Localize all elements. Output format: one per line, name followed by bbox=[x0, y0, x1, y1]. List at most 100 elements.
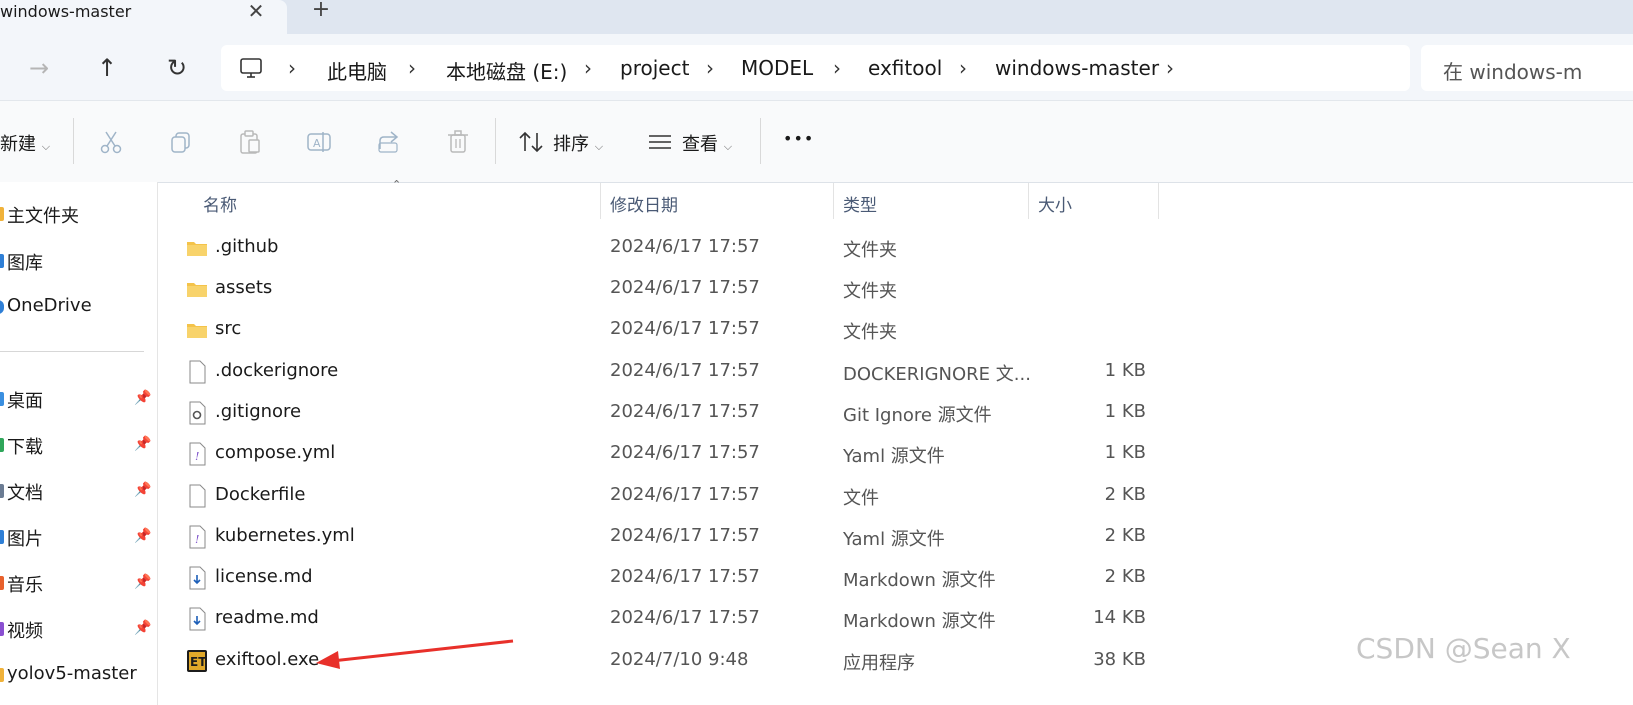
file-name[interactable]: license.md bbox=[215, 566, 313, 587]
view-icon[interactable] bbox=[647, 132, 673, 152]
sidebar-item-pictures[interactable]: 图片 bbox=[7, 525, 43, 551]
pin-icon[interactable]: 📌 bbox=[134, 528, 151, 544]
file-name[interactable]: src bbox=[215, 318, 241, 339]
cut-icon[interactable] bbox=[98, 129, 124, 155]
column-divider[interactable] bbox=[1028, 183, 1029, 219]
chevron-right-icon[interactable]: › bbox=[959, 56, 967, 80]
chevron-right-icon[interactable]: › bbox=[1166, 56, 1174, 80]
file-type: Markdown 源文件 bbox=[843, 570, 996, 591]
sidebar-item-videos[interactable]: 视频 bbox=[7, 617, 43, 643]
pin-icon[interactable]: 📌 bbox=[134, 482, 151, 498]
close-tab-icon[interactable]: ✕ bbox=[246, 0, 266, 22]
new-label: 新建 bbox=[0, 134, 36, 155]
file-type: 应用程序 bbox=[843, 653, 915, 674]
breadcrumb-exfitool[interactable]: exfitool bbox=[868, 56, 942, 80]
svg-text:!: ! bbox=[195, 450, 199, 463]
markdown-file-icon bbox=[189, 566, 206, 590]
file-name[interactable]: kubernetes.yml bbox=[215, 525, 355, 546]
this-pc-icon[interactable] bbox=[238, 55, 264, 81]
chevron-right-icon[interactable]: › bbox=[408, 56, 416, 80]
pin-icon[interactable]: 📌 bbox=[134, 436, 151, 452]
delete-icon[interactable] bbox=[445, 129, 471, 155]
tab-title: windows-master bbox=[0, 2, 132, 21]
file-name[interactable]: .dockerignore bbox=[215, 360, 338, 381]
file-name[interactable]: exiftool.exe bbox=[215, 649, 319, 670]
search-input[interactable]: 在 windows-m bbox=[1443, 56, 1582, 85]
sidebar-item-desktop[interactable]: 桌面 bbox=[7, 387, 43, 413]
chevron-right-icon[interactable]: › bbox=[833, 56, 841, 80]
toolbar-divider bbox=[73, 118, 74, 164]
gallery-icon bbox=[0, 254, 4, 268]
file-date: 2024/6/17 17:57 bbox=[610, 484, 760, 505]
folder-icon bbox=[187, 242, 207, 256]
chevron-down-icon: ⌵ bbox=[723, 140, 733, 153]
chevron-right-icon[interactable]: › bbox=[288, 56, 296, 80]
file-name[interactable]: assets bbox=[215, 277, 272, 298]
pin-icon[interactable]: 📌 bbox=[134, 620, 151, 636]
videos-icon bbox=[0, 622, 4, 636]
file-name[interactable]: .gitignore bbox=[215, 401, 301, 422]
yaml-file-icon: ! bbox=[189, 525, 206, 549]
rename-icon[interactable]: A bbox=[306, 129, 332, 155]
more-options-icon[interactable]: ••• bbox=[783, 129, 814, 148]
forward-icon[interactable]: → bbox=[22, 51, 56, 85]
svg-text:ET: ET bbox=[190, 655, 207, 669]
file-size: 2 KB bbox=[1104, 484, 1146, 505]
chevron-right-icon[interactable]: › bbox=[584, 56, 592, 80]
breadcrumb-model[interactable]: MODEL bbox=[741, 56, 813, 80]
breadcrumb-drive-e[interactable]: 本地磁盘 (E:) bbox=[446, 56, 567, 85]
file-date: 2024/6/17 17:57 bbox=[610, 525, 760, 546]
sidebar-item-documents[interactable]: 文档 bbox=[7, 479, 43, 505]
breadcrumb-project[interactable]: project bbox=[620, 56, 689, 80]
column-divider[interactable] bbox=[833, 183, 834, 219]
up-icon[interactable]: ↑ bbox=[90, 51, 124, 85]
pin-icon[interactable]: 📌 bbox=[134, 390, 151, 406]
file-name[interactable]: .github bbox=[215, 236, 278, 257]
file-type: 文件夹 bbox=[843, 240, 897, 261]
markdown-file-icon bbox=[189, 607, 206, 631]
copy-icon[interactable] bbox=[168, 129, 194, 155]
column-header-date[interactable]: 修改日期 bbox=[610, 191, 678, 216]
exiftool-app-icon: ET bbox=[187, 650, 207, 672]
settings-file-icon bbox=[189, 401, 206, 425]
file-size: 2 KB bbox=[1104, 566, 1146, 587]
refresh-icon[interactable]: ↻ bbox=[160, 51, 194, 85]
sidebar-item-onedrive[interactable]: OneDrive bbox=[7, 295, 92, 316]
file-type: Yaml 源文件 bbox=[843, 529, 945, 550]
column-divider[interactable] bbox=[1158, 183, 1159, 219]
sidebar-item-gallery[interactable]: 图库 bbox=[7, 249, 43, 275]
toolbar-divider bbox=[495, 118, 496, 164]
folder-icon bbox=[187, 283, 207, 297]
file-size: 1 KB bbox=[1104, 401, 1146, 422]
sidebar-item-home[interactable]: 主文件夹 bbox=[7, 202, 79, 228]
breadcrumb-windows-master[interactable]: windows-master bbox=[995, 56, 1159, 80]
new-tab-icon[interactable]: + bbox=[310, 0, 332, 22]
file-date: 2024/6/17 17:57 bbox=[610, 607, 760, 628]
sort-button[interactable]: 排序 ⌵ bbox=[553, 130, 603, 156]
chevron-down-icon: ⌵ bbox=[594, 140, 604, 153]
column-header-name[interactable]: 名称 bbox=[203, 191, 237, 216]
column-header-type[interactable]: 类型 bbox=[843, 191, 877, 216]
sidebar-item-yolov5-master[interactable]: yolov5-master bbox=[7, 663, 137, 684]
file-name[interactable]: Dockerfile bbox=[215, 484, 305, 505]
toolbar-divider bbox=[760, 118, 761, 164]
column-header-size[interactable]: 大小 bbox=[1038, 191, 1072, 216]
sort-icon[interactable] bbox=[518, 130, 544, 154]
sidebar-item-music[interactable]: 音乐 bbox=[7, 571, 43, 597]
new-button[interactable]: 新建 ⌵ bbox=[0, 130, 50, 156]
file-date: 2024/6/17 17:57 bbox=[610, 566, 760, 587]
pin-icon[interactable]: 📌 bbox=[134, 574, 151, 590]
file-name[interactable]: readme.md bbox=[215, 607, 319, 628]
share-icon[interactable] bbox=[376, 129, 402, 155]
view-button[interactable]: 查看 ⌵ bbox=[682, 130, 732, 156]
file-date: 2024/7/10 9:48 bbox=[610, 649, 749, 670]
breadcrumb-this-pc[interactable]: 此电脑 bbox=[327, 56, 387, 85]
paste-icon[interactable] bbox=[237, 129, 263, 155]
file-type: 文件 bbox=[843, 488, 879, 509]
file-date: 2024/6/17 17:57 bbox=[610, 360, 760, 381]
address-bar[interactable] bbox=[221, 45, 1410, 91]
file-name[interactable]: compose.yml bbox=[215, 442, 335, 463]
chevron-right-icon[interactable]: › bbox=[706, 56, 714, 80]
sidebar-item-downloads[interactable]: 下载 bbox=[7, 433, 43, 459]
column-divider[interactable] bbox=[600, 183, 601, 219]
